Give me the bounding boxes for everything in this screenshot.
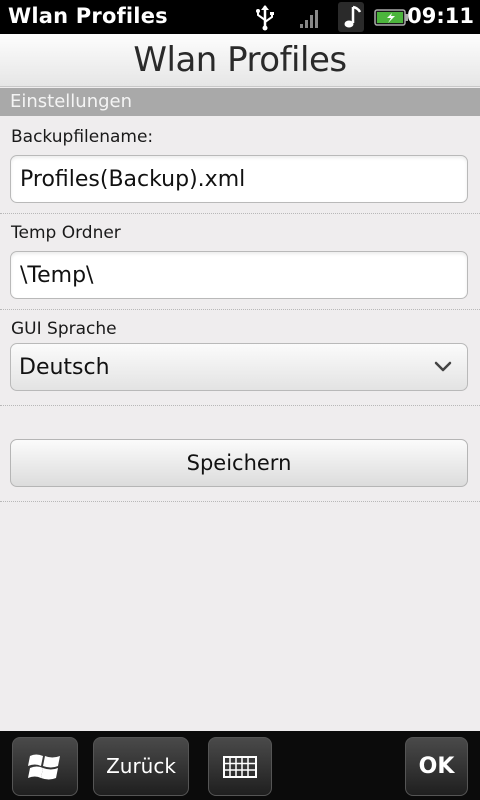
keyboard-icon <box>223 755 257 778</box>
ok-button[interactable]: OK <box>405 737 468 796</box>
title-bar: Wlan Profiles <box>0 34 480 87</box>
signal-icon <box>300 10 318 28</box>
bottom-bar: Zurück OK <box>0 731 480 800</box>
chevron-down-icon <box>434 361 452 372</box>
windows-start-button[interactable] <box>12 737 78 796</box>
gui-language-select[interactable]: Deutsch <box>10 343 468 391</box>
page-title: Wlan Profiles <box>133 40 347 80</box>
music-icon <box>338 2 364 32</box>
status-app-title: Wlan Profiles <box>8 4 168 28</box>
battery-icon <box>374 9 408 26</box>
backup-filename-value: Profiles(Backup).xml <box>20 167 246 192</box>
temp-folder-value: \Temp\ <box>20 263 94 288</box>
usb-icon <box>256 5 274 31</box>
status-time: 09:11 <box>407 4 474 28</box>
section-header: Einstellungen <box>0 88 480 116</box>
back-button[interactable]: Zurück <box>93 737 189 796</box>
backup-filename-label: Backupfilename: <box>11 127 154 147</box>
status-bar: Wlan Profiles 09:11 <box>0 0 480 34</box>
divider <box>0 501 480 502</box>
divider <box>0 405 480 406</box>
divider <box>0 309 480 310</box>
keyboard-button[interactable] <box>208 737 272 796</box>
backup-filename-field[interactable]: Profiles(Backup).xml <box>10 155 468 203</box>
temp-folder-label: Temp Ordner <box>11 223 121 243</box>
gui-language-value: Deutsch <box>19 355 110 380</box>
windows-icon <box>28 754 60 779</box>
gui-language-label: GUI Sprache <box>11 319 117 339</box>
save-button[interactable]: Speichern <box>10 439 468 487</box>
divider <box>0 213 480 214</box>
temp-folder-field[interactable]: \Temp\ <box>10 251 468 299</box>
section-title: Einstellungen <box>10 91 133 112</box>
